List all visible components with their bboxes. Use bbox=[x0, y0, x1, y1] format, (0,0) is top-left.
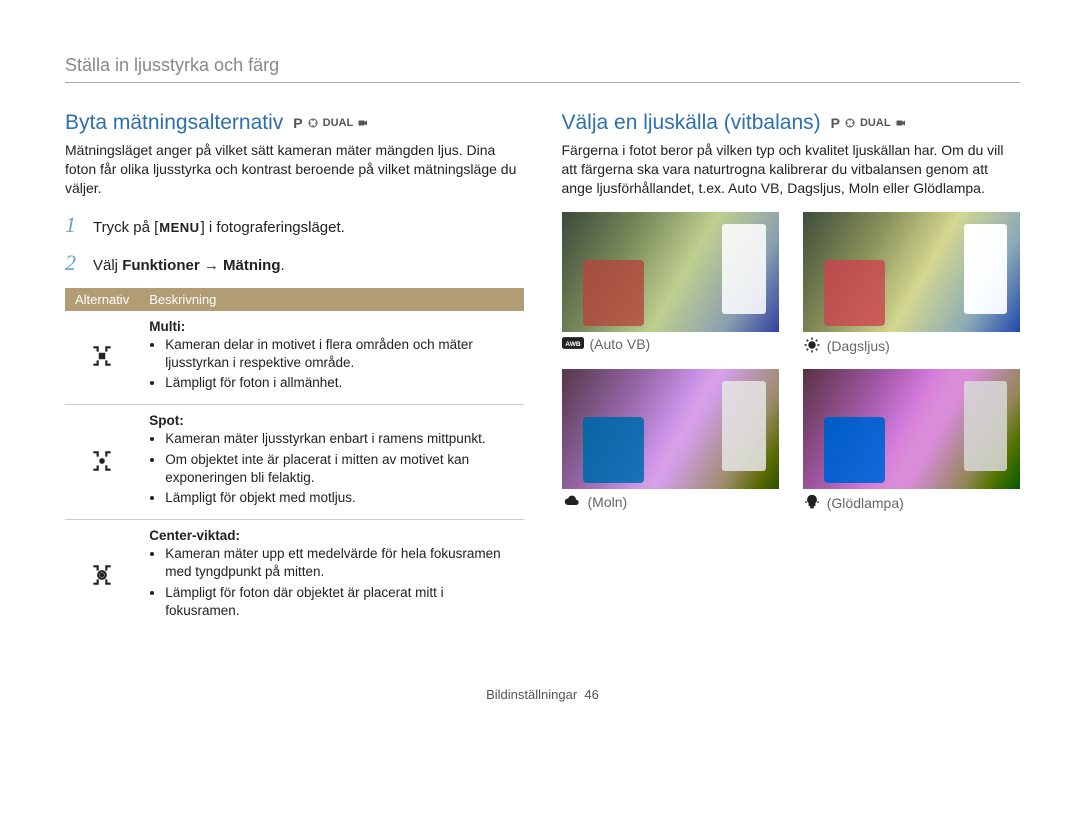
step-1-text: Tryck på [MENU] i fotograferingsläget. bbox=[93, 217, 345, 238]
metering-options-table: Alternativ Beskrivning Multi: bbox=[65, 288, 524, 632]
mode-dual-icon: DUAL bbox=[323, 117, 354, 129]
option-title: Multi: bbox=[149, 319, 513, 334]
footer-section: Bildinställningar bbox=[486, 687, 577, 702]
mode-icons: P DUAL bbox=[293, 115, 370, 131]
option-bullet: Kameran delar in motivet i flera områden… bbox=[165, 336, 513, 372]
mode-icons: P DUAL bbox=[831, 115, 908, 131]
multi-metering-icon bbox=[89, 343, 115, 372]
right-section-title: Välja en ljuskälla (vitbalans) P DUAL bbox=[562, 111, 1021, 135]
wb-image-auto bbox=[562, 212, 779, 332]
option-bullet: Lämpligt för foton i allmänhet. bbox=[165, 374, 513, 392]
option-title: Center-viktad: bbox=[149, 528, 513, 543]
wb-label-text: (Glödlampa) bbox=[827, 495, 904, 511]
awb-icon: AWB bbox=[562, 336, 584, 353]
cloud-icon bbox=[562, 493, 582, 512]
wb-sample-cloudy: (Moln) bbox=[562, 369, 779, 514]
wb-label-text: (Dagsljus) bbox=[827, 338, 890, 354]
left-title-text: Byta mätningsalternativ bbox=[65, 111, 283, 135]
table-head-desc: Beskrivning bbox=[139, 288, 523, 311]
step-1: 1 Tryck på [MENU] i fotograferingsläget. bbox=[65, 212, 524, 238]
wb-image-daylight bbox=[803, 212, 1020, 332]
left-column: Byta mätningsalternativ P DUAL Mätningsl… bbox=[65, 111, 524, 632]
wb-image-cloudy bbox=[562, 369, 779, 489]
video-icon bbox=[356, 117, 370, 129]
mode-p-icon: P bbox=[293, 115, 302, 131]
table-row: Spot: Kameran mäter ljusstyrkan enbart i… bbox=[65, 405, 524, 520]
menu-button-label: MENU bbox=[158, 219, 200, 237]
sun-icon bbox=[803, 336, 821, 357]
table-row: Multi: Kameran delar in motivet i flera … bbox=[65, 311, 524, 405]
option-bullet: Om objektet inte är placerat i mitten av… bbox=[165, 451, 513, 487]
video-icon bbox=[894, 117, 908, 129]
option-bullet: Lämpligt för foton där objektet är place… bbox=[165, 584, 513, 620]
step-2: 2 Välj Funktioner → Mätning. bbox=[65, 250, 524, 276]
mode-dual-icon: DUAL bbox=[860, 117, 891, 129]
step-2-text: Välj Funktioner → Mätning. bbox=[93, 255, 285, 276]
right-column: Välja en ljuskälla (vitbalans) P DUAL Fä… bbox=[562, 111, 1021, 632]
bulb-icon bbox=[803, 493, 821, 514]
mode-p-icon: P bbox=[831, 115, 840, 131]
spot-metering-icon bbox=[89, 448, 115, 477]
option-title: Spot: bbox=[149, 413, 513, 428]
wb-label-text: (Auto VB) bbox=[590, 336, 651, 352]
white-balance-grid: AWB (Auto VB) (Dagsljus) bbox=[562, 212, 1021, 514]
breadcrumb: Ställa in ljusstyrka och färg bbox=[65, 55, 1020, 83]
wb-sample-auto: AWB (Auto VB) bbox=[562, 212, 779, 357]
right-title-text: Välja en ljuskälla (vitbalans) bbox=[562, 111, 821, 135]
left-section-title: Byta mätningsalternativ P DUAL bbox=[65, 111, 524, 135]
wb-image-tungsten bbox=[803, 369, 1020, 489]
option-bullet: Kameran mäter upp ett medelvärde för hel… bbox=[165, 545, 513, 581]
svg-text:AWB: AWB bbox=[565, 341, 581, 348]
option-bullet: Lämpligt för objekt med motljus. bbox=[165, 489, 513, 507]
dial-icon bbox=[843, 117, 857, 129]
wb-sample-daylight: (Dagsljus) bbox=[803, 212, 1020, 357]
footer-page-number: 46 bbox=[584, 687, 598, 702]
dial-icon bbox=[306, 117, 320, 129]
table-row: Center-viktad: Kameran mäter upp ett med… bbox=[65, 520, 524, 632]
table-head-option: Alternativ bbox=[65, 288, 139, 311]
step-1-number: 1 bbox=[65, 212, 83, 238]
option-bullet: Kameran mäter ljusstyrkan enbart i ramen… bbox=[165, 430, 513, 448]
step-2-number: 2 bbox=[65, 250, 83, 276]
page-footer: Bildinställningar 46 bbox=[65, 687, 1020, 702]
center-weighted-metering-icon bbox=[89, 562, 115, 591]
right-intro: Färgerna i fotot beror på vilken typ och… bbox=[562, 141, 1021, 198]
left-intro: Mätningsläget anger på vilket sätt kamer… bbox=[65, 141, 524, 198]
wb-label-text: (Moln) bbox=[588, 494, 628, 510]
wb-sample-tungsten: (Glödlampa) bbox=[803, 369, 1020, 514]
